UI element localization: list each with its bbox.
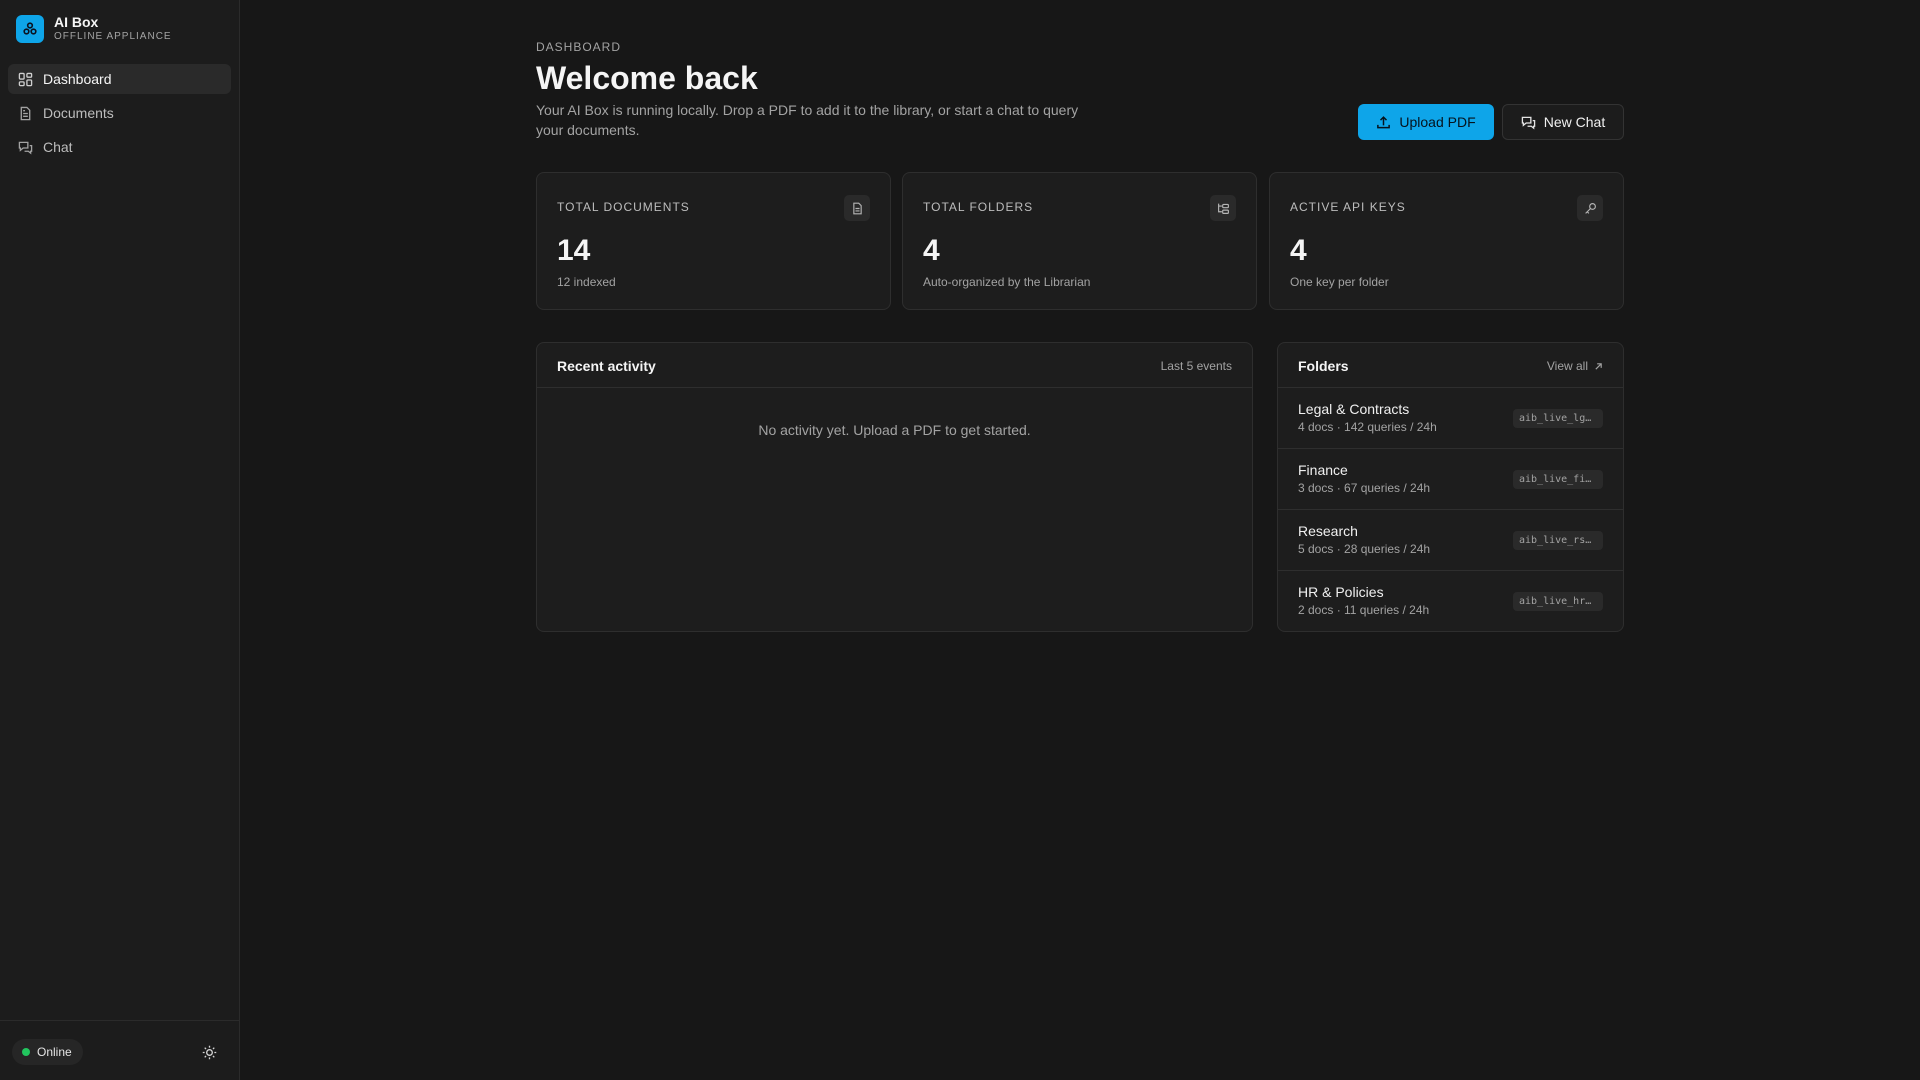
chat-icon	[1521, 116, 1536, 129]
sidebar-item-documents[interactable]: Documents	[8, 98, 231, 128]
theme-toggle-button[interactable]	[199, 1042, 219, 1062]
sun-icon	[202, 1045, 216, 1059]
brand[interactable]: AI Box OFFLINE APPLIANCE	[16, 14, 172, 43]
stat-sub: Auto-organized by the Librarian	[923, 275, 1091, 289]
status-dot-icon	[22, 1048, 30, 1056]
folder-name: Legal & Contracts	[1298, 401, 1410, 417]
key-icon	[1577, 195, 1603, 221]
folder-row[interactable]: Finance 3 docs · 67 queries / 24h aib_li…	[1278, 449, 1623, 510]
ai-box-logo-icon	[16, 14, 44, 43]
status-badge: Online	[12, 1039, 83, 1065]
sidebar-item-label: Chat	[43, 139, 73, 155]
brand-subtitle: OFFLINE APPLIANCE	[54, 31, 172, 42]
new-chat-label: New Chat	[1543, 114, 1606, 130]
view-all-label: View all	[1546, 359, 1588, 373]
new-chat-button[interactable]: New Chat	[1502, 104, 1624, 140]
page-eyebrow: DASHBOARD	[536, 40, 622, 54]
sidebar: AI Box OFFLINE APPLIANCE Dashboard Docum…	[0, 0, 240, 1080]
folder-meta: 3 docs · 67 queries / 24h	[1298, 481, 1431, 495]
folder-tree-icon	[1210, 195, 1236, 221]
folder-meta: 2 docs · 11 queries / 24h	[1298, 603, 1430, 617]
folder-name: Research	[1298, 523, 1358, 539]
upload-pdf-label: Upload PDF	[1399, 114, 1476, 130]
api-key-badge[interactable]: aib_live_lgl…	[1513, 409, 1603, 428]
sidebar-item-dashboard[interactable]: Dashboard	[8, 64, 231, 94]
sidebar-nav: Dashboard Documents Chat	[8, 64, 231, 166]
folder-row[interactable]: Legal & Contracts 4 docs · 142 queries /…	[1278, 388, 1623, 449]
stats-row: TOTAL DOCUMENTS 14 12 indexed TOTAL FOLD…	[536, 172, 1624, 310]
recent-activity-panel: Recent activity Last 5 events No activit…	[536, 342, 1253, 632]
chat-icon	[18, 141, 33, 154]
document-icon	[20, 106, 31, 120]
status-label: Online	[37, 1045, 72, 1059]
api-key-badge[interactable]: aib_live_hr0…	[1513, 592, 1603, 611]
folder-row[interactable]: HR & Policies 2 docs · 11 queries / 24h …	[1278, 571, 1623, 631]
sidebar-item-chat[interactable]: Chat	[8, 132, 231, 162]
panel-title: Recent activity	[557, 358, 656, 374]
stat-card-total-folders: TOTAL FOLDERS 4 Auto-organized by the Li…	[902, 172, 1257, 310]
sidebar-item-label: Dashboard	[43, 71, 112, 87]
view-all-link[interactable]: View all	[1547, 359, 1603, 373]
folder-meta: 4 docs · 142 queries / 24h	[1298, 420, 1437, 434]
document-icon	[844, 195, 870, 221]
upload-pdf-button[interactable]: Upload PDF	[1358, 104, 1494, 140]
page-description: Your AI Box is running locally. Drop a P…	[536, 102, 1079, 138]
stat-sub: 12 indexed	[557, 275, 616, 289]
api-key-badge[interactable]: aib_live_fin…	[1513, 470, 1603, 489]
stat-sub: One key per folder	[1290, 275, 1389, 289]
stat-value: 14	[557, 234, 591, 267]
folder-row[interactable]: Research 5 docs · 28 queries / 24h aib_l…	[1278, 510, 1623, 571]
api-key-badge[interactable]: aib_live_rsc…	[1513, 531, 1603, 550]
panel-header: Recent activity Last 5 events	[537, 343, 1252, 388]
dashboard-grid-icon	[18, 72, 33, 86]
folder-name: Finance	[1298, 462, 1348, 478]
stat-card-total-documents: TOTAL DOCUMENTS 14 12 indexed	[536, 172, 891, 310]
stat-card-active-api-keys: ACTIVE API KEYS 4 One key per folder	[1269, 172, 1624, 310]
panel-title: Folders	[1298, 358, 1349, 374]
activity-meta: Last 5 events	[1160, 359, 1232, 373]
stat-label: TOTAL FOLDERS	[923, 200, 1034, 214]
folder-name: HR & Policies	[1298, 584, 1384, 600]
stat-value: 4	[923, 234, 940, 267]
sidebar-footer: Online	[0, 1020, 239, 1080]
arrow-up-right-icon	[1595, 362, 1602, 370]
panel-header: Folders View all	[1278, 343, 1623, 388]
page-title: Welcome back	[536, 60, 758, 96]
folder-meta: 5 docs · 28 queries / 24h	[1298, 542, 1431, 556]
sidebar-item-label: Documents	[43, 105, 114, 121]
stat-value: 4	[1290, 234, 1307, 267]
brand-name: AI Box	[54, 14, 99, 30]
upload-icon	[1377, 115, 1391, 128]
folders-panel: Folders View all Legal & Contracts 4 doc…	[1277, 342, 1624, 632]
empty-state-message: No activity yet. Upload a PDF to get sta…	[758, 422, 1031, 438]
stat-label: ACTIVE API KEYS	[1290, 200, 1406, 214]
stat-label: TOTAL DOCUMENTS	[557, 200, 690, 214]
